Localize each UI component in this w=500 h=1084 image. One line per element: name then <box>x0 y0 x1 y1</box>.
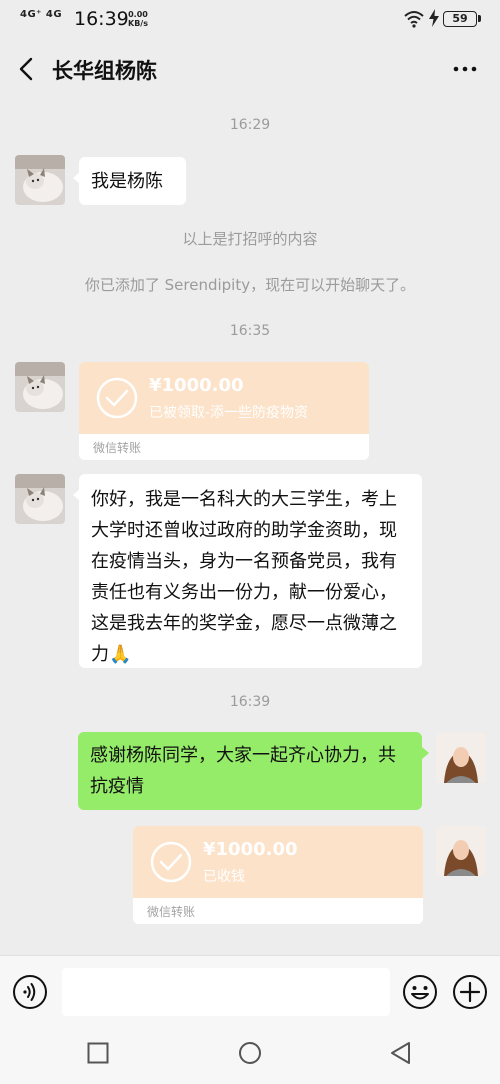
plus-icon[interactable] <box>452 974 488 1010</box>
message-text: 你好，我是一名科大的大三学生，考上大学时还曾收过政府的助学金资助，现在疫情当头，… <box>91 489 397 665</box>
message-timestamp: 16:39 <box>229 694 271 710</box>
bubble-tail <box>73 489 80 501</box>
status-bar: 4G⁺ 4G 16:39 0.00 KB/s 59 <box>0 0 500 40</box>
transfer-note: 已被领取-添一些防疫物资 <box>149 405 309 421</box>
chevron-left-icon[interactable] <box>14 56 40 82</box>
user-avatar-image <box>436 826 486 876</box>
message-input[interactable] <box>62 968 390 1016</box>
message-timestamp: 16:29 <box>229 117 271 133</box>
cat-avatar-image <box>15 474 65 524</box>
user-avatar-image <box>436 733 486 783</box>
chat-header: 长华组杨陈 <box>0 40 500 100</box>
transfer-note: 已收钱 <box>203 869 245 885</box>
transfer-label: 微信转账 <box>147 905 196 919</box>
message-text: 我是杨陈 <box>91 171 163 192</box>
chat-input-bar <box>0 955 500 1027</box>
system-message: 以上是打招呼的内容 <box>182 230 318 248</box>
message-text: 感谢杨陈同学，大家一起齐心协力，共抗疫情 <box>90 745 396 797</box>
transfer-card-footer: 微信转账 <box>79 434 369 460</box>
signal-indicator: 4G⁺ 4G <box>20 9 63 20</box>
bubble-tail <box>73 172 80 184</box>
cat-avatar-image <box>15 362 65 412</box>
transfer-amount: ¥1000.00 <box>149 375 244 396</box>
my-avatar[interactable] <box>436 826 486 876</box>
transfer-card[interactable]: ¥1000.00 已被领取-添一些防疫物资 微信转账 <box>79 362 369 460</box>
transfer-card-footer: 微信转账 <box>133 898 423 924</box>
praying-hands-emoji: 🙏 <box>109 644 132 665</box>
chat-title: 长华组杨陈 <box>52 59 157 83</box>
battery-icon <box>478 15 481 22</box>
chat-screen: 4G⁺ 4G 16:39 0.00 KB/s 59 长华组杨陈 16:29 我是… <box>0 0 500 1084</box>
home-icon[interactable] <box>238 1041 262 1065</box>
transfer-card-body: ¥1000.00 已被领取-添一些防疫物资 <box>79 362 369 434</box>
contact-avatar[interactable] <box>15 362 65 412</box>
emoji-icon[interactable] <box>402 974 438 1010</box>
received-message-bubble[interactable]: 我是杨陈 <box>73 157 186 205</box>
transfer-amount: ¥1000.00 <box>203 839 298 860</box>
network-speed-unit: KB/s <box>128 19 148 28</box>
check-circle-icon <box>96 377 138 419</box>
wifi-icon <box>404 11 424 28</box>
system-message: 你已添加了 Serendipity，现在可以开始聊天了。 <box>84 276 416 294</box>
network-speed: 0.00 KB/s <box>128 10 148 28</box>
transfer-card[interactable]: ¥1000.00 已收钱 微信转账 <box>133 826 423 924</box>
ellipsis-icon[interactable] <box>452 56 478 82</box>
bubble-tail <box>422 747 429 759</box>
status-time: 16:39 <box>74 8 129 30</box>
charging-icon <box>429 9 439 27</box>
message-timestamp: 16:35 <box>229 323 271 339</box>
back-nav-icon[interactable] <box>389 1041 413 1065</box>
my-avatar[interactable] <box>436 733 486 783</box>
contact-avatar[interactable] <box>15 155 65 205</box>
voice-icon[interactable] <box>12 974 48 1010</box>
received-message-bubble[interactable]: 你好，我是一名科大的大三学生，考上大学时还曾收过政府的助学金资助，现在疫情当头，… <box>73 474 422 668</box>
network-speed-value: 0.00 <box>128 10 148 19</box>
contact-avatar[interactable] <box>15 474 65 524</box>
recent-apps-icon[interactable] <box>86 1041 110 1065</box>
cat-avatar-image <box>15 155 65 205</box>
transfer-label: 微信转账 <box>93 441 142 455</box>
check-circle-icon <box>150 841 192 883</box>
system-nav-bar <box>0 1027 500 1084</box>
battery-level: 59 <box>443 11 477 27</box>
sent-message-bubble[interactable]: 感谢杨陈同学，大家一起齐心协力，共抗疫情 <box>78 732 429 810</box>
transfer-card-body: ¥1000.00 已收钱 <box>133 826 423 898</box>
